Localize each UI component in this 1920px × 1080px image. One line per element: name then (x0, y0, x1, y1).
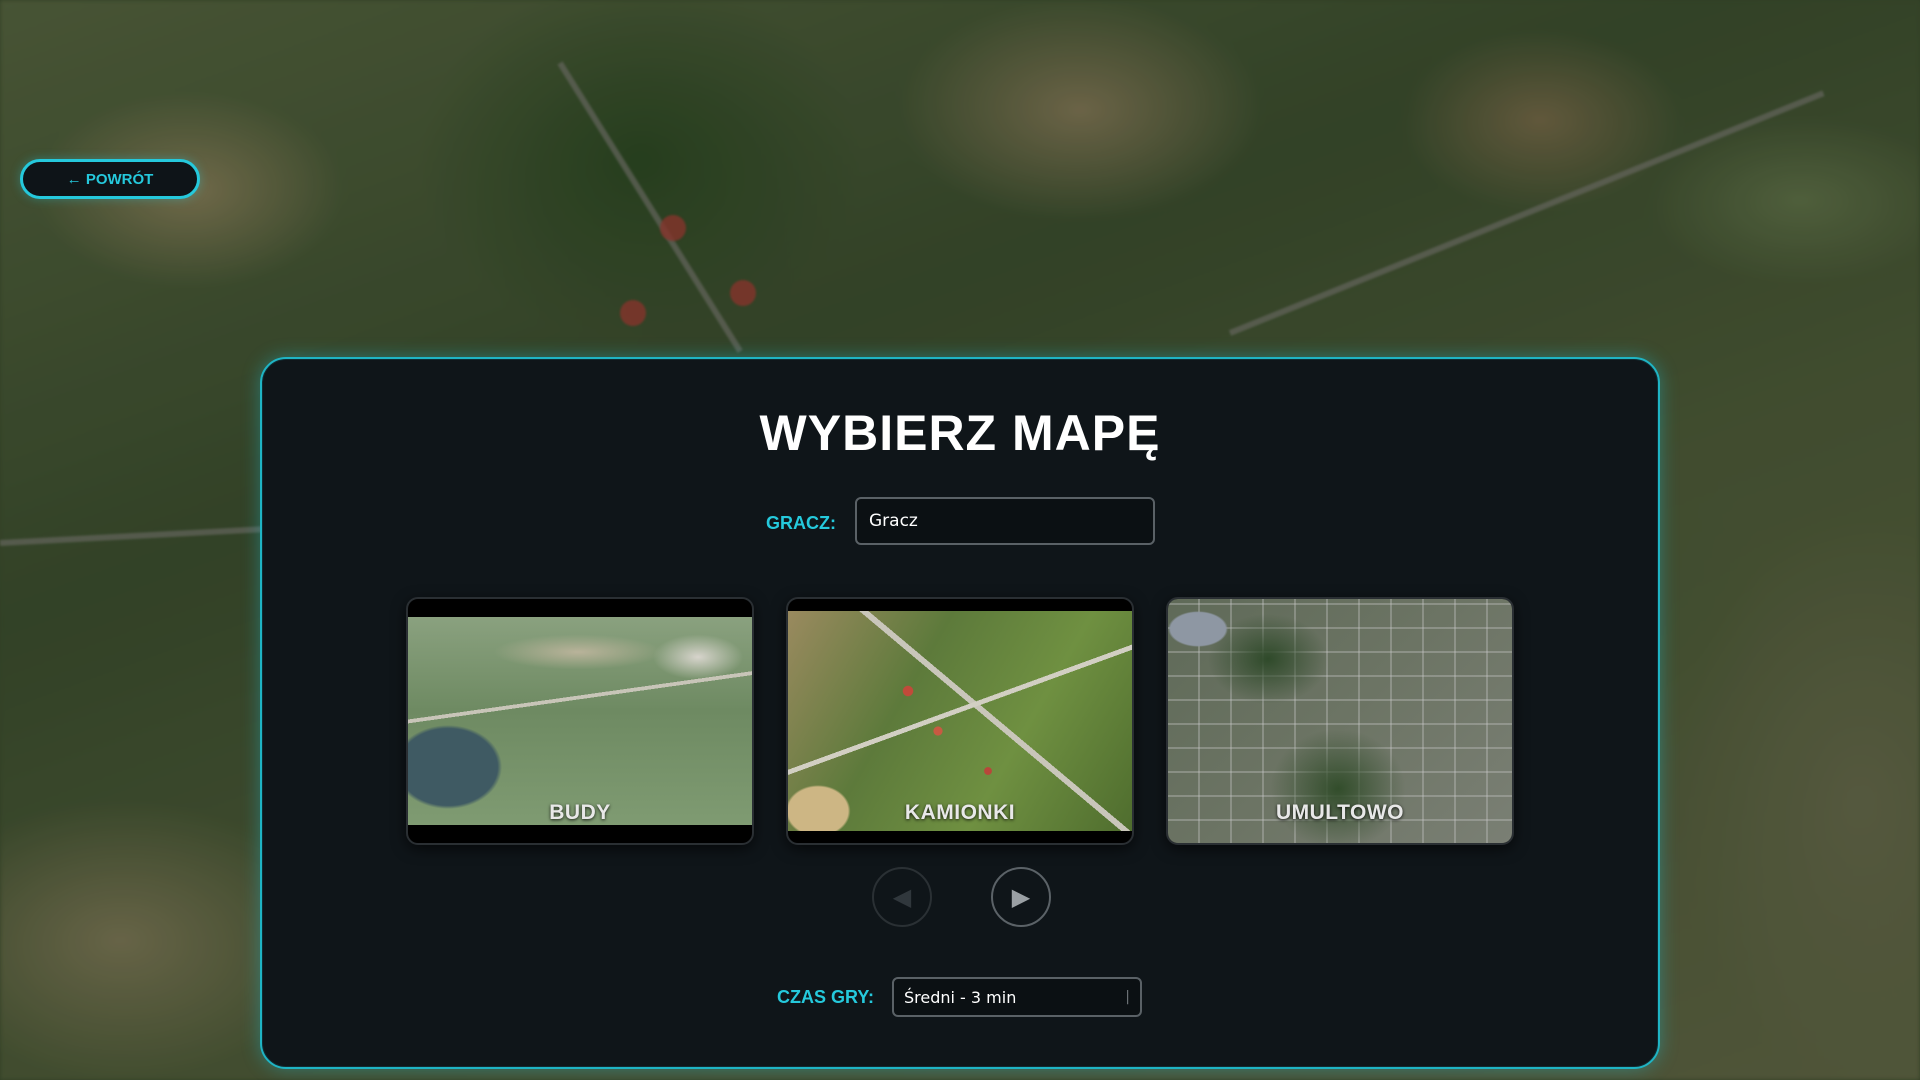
back-button-label: ← POWRÓT (66, 170, 154, 188)
triangle-left-icon: ◀ (892, 883, 912, 911)
map-card-label: UMULTOWO (1275, 801, 1405, 824)
map-thumbnail (788, 611, 1132, 831)
back-button[interactable]: ← POWRÓT (20, 159, 200, 199)
map-card-label: KAMIONKI (904, 801, 1016, 824)
map-card-label: BUDY (549, 801, 611, 824)
game-time-select[interactable]: Średni - 3 min | (892, 977, 1142, 1017)
map-thumbnail (408, 617, 752, 825)
map-card-kamionki[interactable]: KAMIONKI (786, 597, 1134, 845)
player-label: GRACZ: (766, 513, 836, 533)
carousel-prev-button[interactable]: ◀ (872, 867, 932, 927)
map-card-umultowo[interactable]: UMULTOWO (1166, 597, 1514, 845)
map-select-panel: WYBIERZ MAPĘ GRACZ: BUDY KAMIONKI UMULTO… (260, 357, 1660, 1069)
game-time-label: CZAS GRY: (777, 987, 874, 1007)
triangle-right-icon: ▶ (1011, 883, 1031, 911)
game-time-value: Średni - 3 min (904, 987, 1017, 1007)
dropdown-caret-icon: | (1125, 989, 1130, 1005)
page-title: WYBIERZ MAPĘ (759, 405, 1161, 461)
carousel-next-button[interactable]: ▶ (991, 867, 1051, 927)
player-name-input[interactable] (855, 497, 1155, 545)
map-card-budy[interactable]: BUDY (406, 597, 754, 845)
